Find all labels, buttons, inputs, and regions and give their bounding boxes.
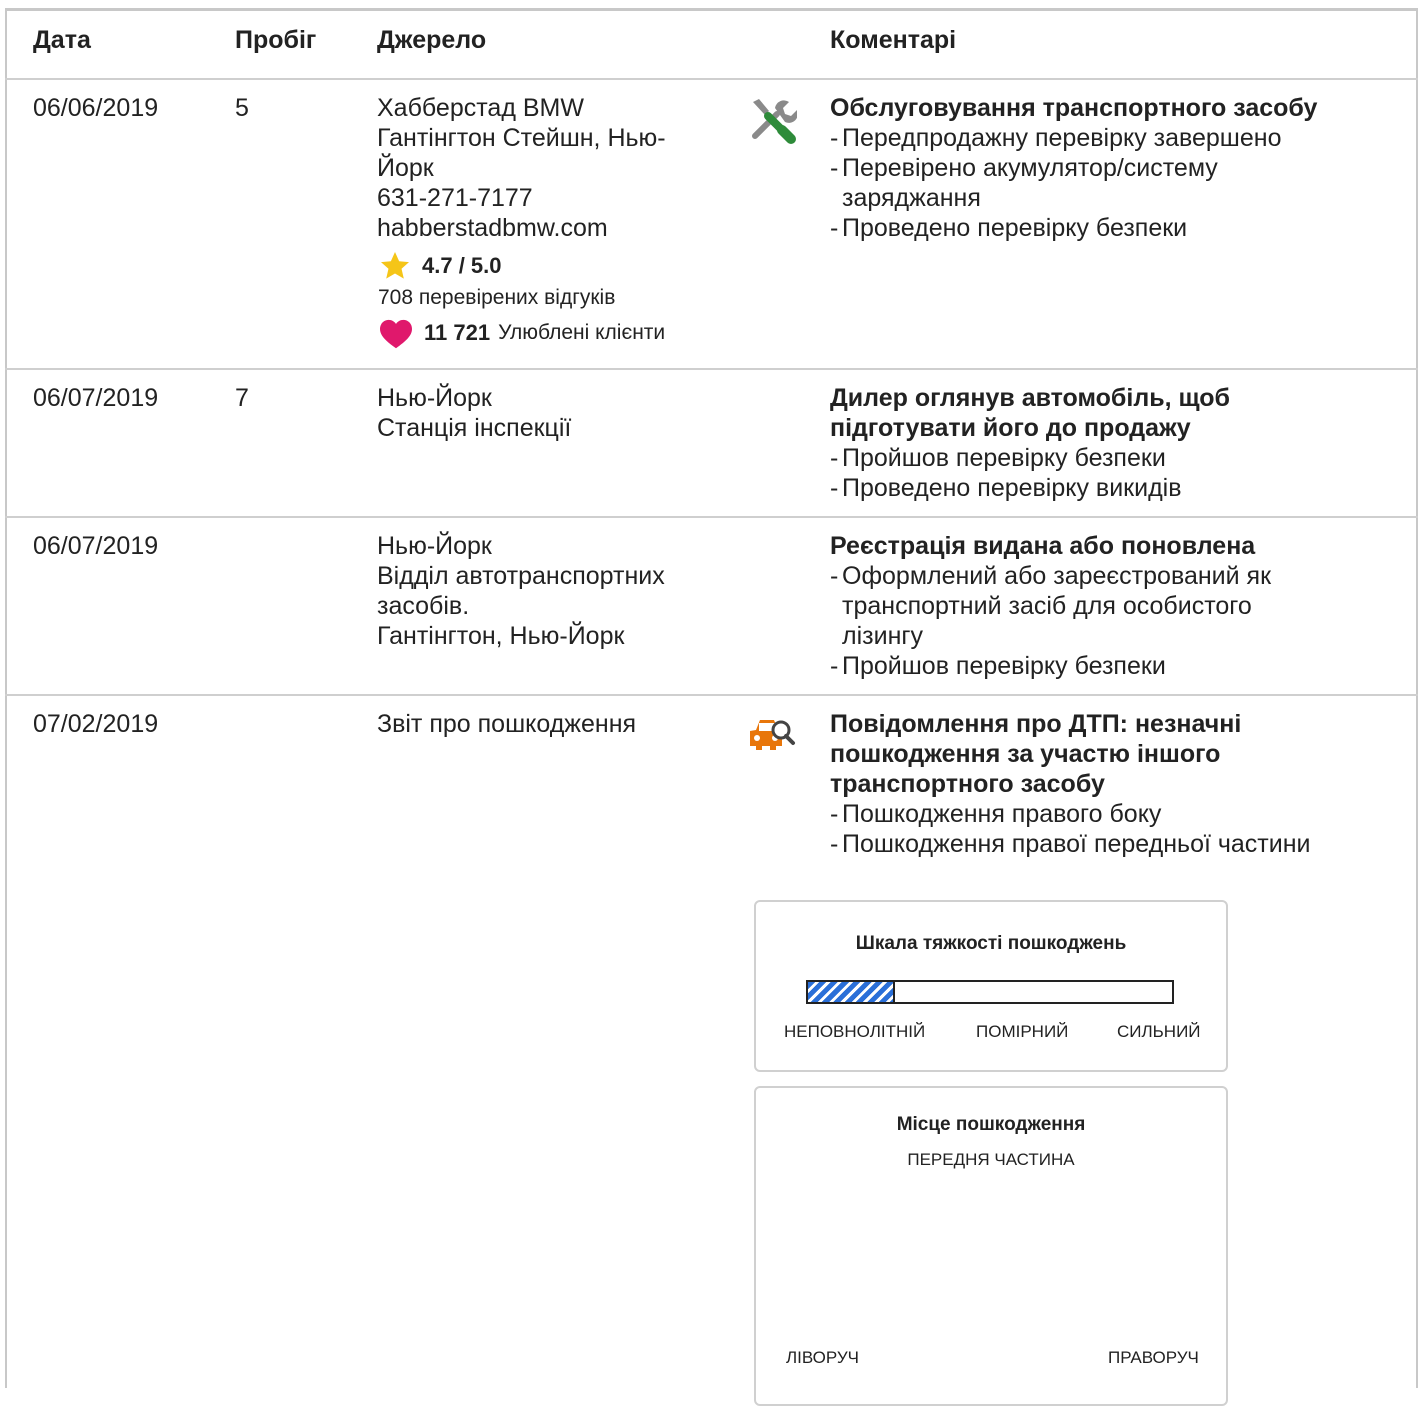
source-damage-report-link[interactable]: Звіт про пошкодження	[377, 709, 636, 739]
severity-bar	[806, 980, 1174, 1004]
severity-label-severe: СИЛЬНИЙ	[1117, 1022, 1201, 1041]
source-line: Гантінгтон, Нью-Йорк	[377, 622, 625, 650]
severity-label-moderate: ПОМІРНИЙ	[976, 1022, 1069, 1041]
source-line: Станція інспекції	[377, 414, 572, 442]
header-comments: Коментарі	[830, 26, 957, 54]
car-damage-search-icon	[750, 720, 795, 750]
damage-severity-panel: Шкала тяжкості пошкоджень НЕПОВНОЛІТНІЙ …	[754, 900, 1228, 1072]
damage-location-panel: Місце пошкодження ПЕРЕДНЯ ЧАСТИНА ЛІВОРУ…	[754, 1086, 1228, 1406]
comment-list: - Оформлений або зареєстрований як трансп…	[830, 561, 1330, 681]
wrench-screwdriver-icon	[752, 99, 797, 144]
comment-title-line: транспортного засобу	[830, 770, 1105, 798]
row-date: 06/07/2019	[33, 384, 159, 412]
comment-item: - Пройшов перевірку безпеки	[830, 652, 1166, 680]
comment-item: - Оформлений або зареєстрований як трансп…	[830, 562, 1272, 650]
favorites-label: Улюблені клієнти	[498, 321, 666, 344]
comment-title-line: Повідомлення про ДТП: незначні	[830, 710, 1242, 738]
row-mileage: 7	[235, 384, 249, 412]
source-line: Нью-Йорк	[377, 532, 492, 560]
row-date: 07/02/2019	[33, 710, 159, 738]
source-line: Нью-Йорк	[377, 384, 492, 412]
heart-icon	[380, 319, 412, 349]
source-phone[interactable]: 631-271-7177	[377, 183, 533, 213]
source-address-line1: Гантінгтон Стейшн, Нью-	[377, 124, 666, 152]
comment-title-line: пошкодження за участю іншого	[830, 740, 1221, 768]
row-date: 06/07/2019	[33, 532, 159, 560]
header-mileage: Пробіг	[235, 26, 317, 54]
row-divider	[5, 694, 1418, 696]
comment-list: - Передпродажну перевірку завершено - Пере…	[830, 123, 1390, 243]
comment-item: - Перевірено акумулятор/систему заряджанн…	[830, 154, 1218, 212]
favorites-count: 11 721	[424, 320, 491, 345]
row-divider	[5, 368, 1418, 370]
comment-list: - Пройшов перевірку безпеки - Проведено пе…	[830, 443, 1390, 503]
comment-item: - Проведено перевірку безпеки	[830, 214, 1188, 242]
rating-value: 4.7 / 5.0	[422, 253, 502, 278]
severity-label-minor: НЕПОВНОЛІТНІЙ	[784, 1022, 926, 1041]
severity-title: Шкала тяжкості пошкоджень	[855, 933, 1127, 954]
source-line: засобів.	[377, 592, 470, 620]
comment-item: - Пошкодження правого боку	[830, 800, 1162, 828]
row-divider	[5, 78, 1418, 80]
header-date: Дата	[33, 26, 91, 54]
row-date: 06/06/2019	[33, 94, 159, 122]
location-title: Місце пошкодження	[896, 1114, 1086, 1135]
star-icon	[381, 252, 409, 279]
source-dealer-name: Хабберстад BMW	[377, 94, 584, 122]
comment-item: - Передпродажну перевірку завершено	[830, 124, 1282, 152]
dealer-rating: 4.7 / 5.0	[378, 250, 502, 282]
row-divider	[5, 516, 1418, 518]
location-left-label: ЛІВОРУЧ	[786, 1348, 859, 1367]
source-line: Відділ автотранспортних	[377, 562, 665, 590]
source-address-line2: Йорк	[377, 154, 434, 182]
comment-title-line: Дилер оглянув автомобіль, щоб	[830, 384, 1230, 412]
comment-title-line: підготувати його до продажу	[830, 414, 1191, 442]
location-front-label: ПЕРЕДНЯ ЧАСТИНА	[907, 1150, 1075, 1169]
comment-list: - Пошкодження правого боку - Пошкодження п…	[830, 799, 1400, 859]
comment-title: Реєстрація видана або поновлена	[830, 532, 1256, 560]
comment-item: - Проведено перевірку викидів	[830, 474, 1182, 502]
comment-item: - Пройшов перевірку безпеки	[830, 444, 1166, 472]
header-source: Джерело	[377, 26, 487, 54]
comment-item: - Пошкодження правої передньої частини	[830, 830, 1311, 858]
favorite-customers: 11 721 Улюблені клієнти	[378, 317, 665, 349]
location-right-label: ПРАВОРУЧ	[1108, 1348, 1199, 1367]
comment-title: Обслуговування транспортного засобу	[830, 94, 1318, 122]
source-website-link[interactable]: habberstadbmw.com	[377, 213, 608, 243]
row-mileage: 5	[235, 94, 249, 122]
verified-reviews-link[interactable]: 708 перевірених відгуків	[378, 286, 615, 310]
severity-fill	[808, 982, 896, 1002]
